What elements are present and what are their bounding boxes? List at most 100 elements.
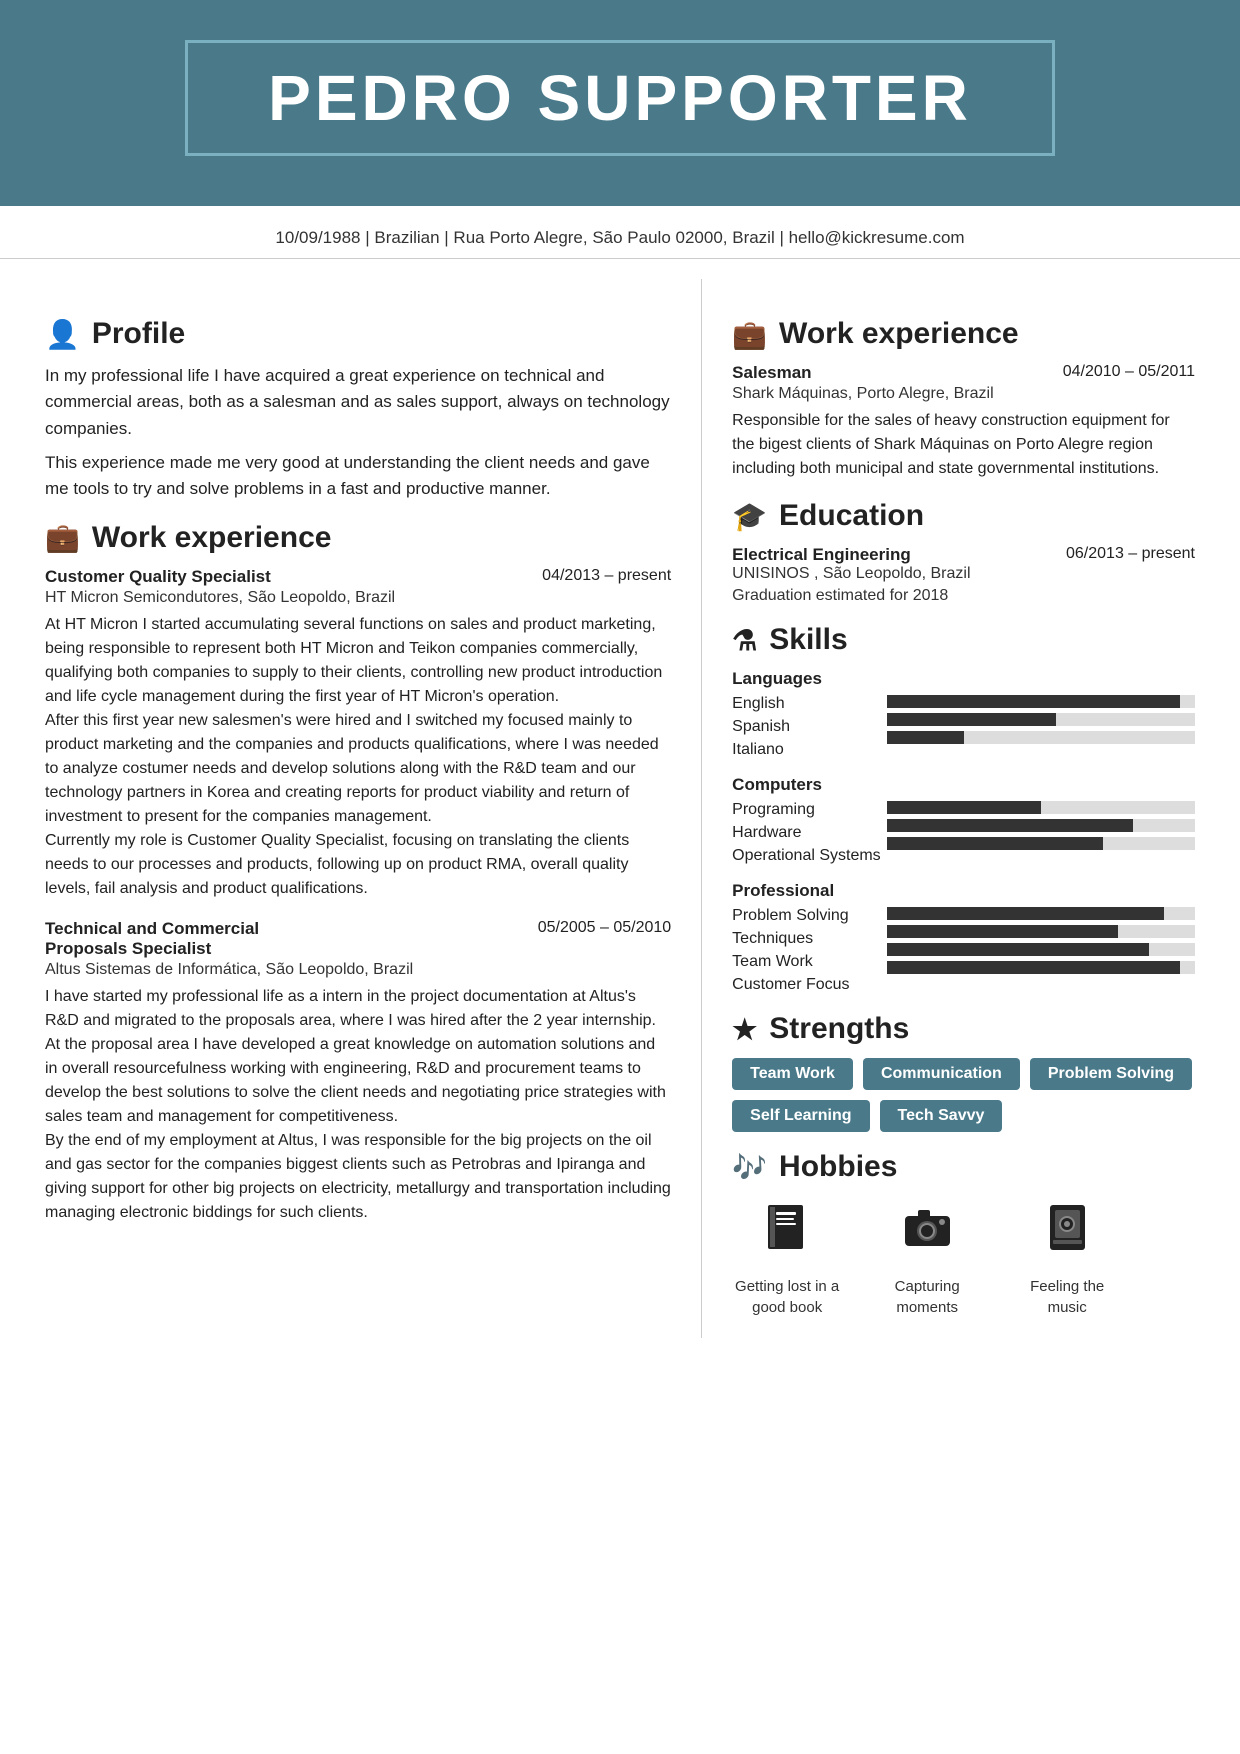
skills-lang-title: Languages [732,669,1195,689]
main-content: 👤 Profile In my professional life I have… [0,269,1240,1348]
skill-bar-programing [887,801,1195,814]
job-entry-1: Customer Quality Specialist 04/2013 – pr… [45,567,671,901]
skills-lang-rows: English Spanish Italiano [732,695,1195,759]
profile-text-2: This experience made me very good at und… [45,450,671,503]
skill-name-customerfocus: Customer Focus [732,976,887,994]
skill-name-english: English [732,695,887,713]
profile-icon: 👤 [45,318,80,351]
skills-prof-names: Problem Solving Techniques Team Work Cus… [732,907,887,994]
skill-name-hardware: Hardware [732,824,887,842]
header-box: PEDRO SUPPORTER [185,40,1055,156]
strengths-icon: ★ [732,1013,757,1046]
job-entry-2: Technical and CommercialProposals Specia… [45,919,671,1225]
contact-bar: 10/09/1988 | Brazilian | Rua Porto Alegr… [0,206,1240,259]
profile-heading: 👤 Profile [45,317,671,351]
hobby-book-label: Getting lost in a good book [732,1276,842,1318]
skills-languages: Languages English Spanish Italiano [732,669,1195,759]
skill-fill-problemsolving [887,907,1164,920]
job-desc-3: Responsible for the sales of heavy const… [732,409,1195,481]
hobbies-icon: 🎶 [732,1151,767,1184]
strengths-heading: ★ Strengths [732,1012,1195,1046]
education-icon: 🎓 [732,500,767,533]
skill-fill-hardware [887,819,1133,832]
job-title-3: Salesman [732,363,811,383]
job-date-1: 04/2013 – present [542,567,671,585]
tag-problemsolving: Problem Solving [1030,1058,1192,1090]
hobby-book-icon [760,1200,815,1268]
skill-fill-customerfocus [887,961,1179,974]
skill-bar-italiano [887,731,1195,744]
edu-degree-1: Electrical Engineering [732,545,911,565]
strengths-title: Strengths [769,1012,909,1046]
skills-comp-rows: Programing Hardware Operational Systems [732,801,1195,865]
skill-name-problemsolving: Problem Solving [732,907,887,925]
tag-communication: Communication [863,1058,1020,1090]
hobbies-title: Hobbies [779,1150,897,1184]
hobby-music: Feeling the music [1012,1200,1122,1318]
header: PEDRO SUPPORTER [0,0,1240,206]
right-column: 💼 Work experience Salesman 04/2010 – 05/… [702,279,1240,1338]
left-column: 👤 Profile In my professional life I have… [0,279,702,1338]
skill-bar-english [887,695,1195,708]
skill-bar-customerfocus [887,961,1195,974]
work-exp-right-title: Work experience [779,317,1019,351]
hobby-music-label: Feeling the music [1012,1276,1122,1318]
skills-heading: ⚗ Skills [732,623,1195,657]
edu-date-1: 06/2013 – present [1066,545,1195,565]
work-exp-left-title: Work experience [92,521,332,555]
job-company-1: HT Micron Semicondutores, São Leopoldo, … [45,589,671,607]
skills-prof-rows: Problem Solving Techniques Team Work Cus… [732,907,1195,994]
skill-bar-opsys [887,837,1195,850]
job-desc-1: At HT Micron I started accumulating seve… [45,613,671,901]
skill-name-spanish: Spanish [732,718,887,736]
education-title: Education [779,499,924,533]
skill-fill-opsys [887,837,1102,850]
skills-comp-title: Computers [732,775,1195,795]
skills-lang-names: English Spanish Italiano [732,695,887,759]
hobby-camera-label: Capturing moments [872,1276,982,1318]
hobbies-heading: 🎶 Hobbies [732,1150,1195,1184]
hobby-book: Getting lost in a good book [732,1200,842,1318]
skill-fill-programing [887,801,1041,814]
work-exp-right-heading: 💼 Work experience [732,317,1195,351]
skill-fill-english [887,695,1179,708]
job-title-2: Technical and CommercialProposals Specia… [45,919,259,959]
skills-prof-bars [887,907,1195,974]
edu-entry-1: Electrical Engineering 06/2013 – present… [732,545,1195,605]
skill-bar-teamwork-skill [887,943,1195,956]
edu-note-1: Graduation estimated for 2018 [732,587,1195,605]
skill-fill-italiano [887,731,964,744]
job-company-3: Shark Máquinas, Porto Alegre, Brazil [732,385,1195,403]
skill-name-teamwork: Team Work [732,953,887,971]
skill-name-techniques: Techniques [732,930,887,948]
job-header-1: Customer Quality Specialist 04/2013 – pr… [45,567,671,587]
hobby-camera: Capturing moments [872,1200,982,1318]
job-title-1: Customer Quality Specialist [45,567,271,587]
hobby-camera-icon [900,1200,955,1268]
skills-computers: Computers Programing Hardware Operationa… [732,775,1195,865]
education-heading: 🎓 Education [732,499,1195,533]
job-entry-3: Salesman 04/2010 – 05/2011 Shark Máquina… [732,363,1195,481]
skills-comp-names: Programing Hardware Operational Systems [732,801,887,865]
work-icon-right: 💼 [732,318,767,351]
job-date-3: 04/2010 – 05/2011 [1063,363,1195,381]
skill-name-programing: Programing [732,801,887,819]
job-desc-2: I have started my professional life as a… [45,985,671,1225]
skill-fill-spanish [887,713,1056,726]
skills-prof-title: Professional [732,881,1195,901]
skill-fill-teamwork-skill [887,943,1149,956]
skill-bar-hardware [887,819,1195,832]
skill-name-opsys: Operational Systems [732,847,887,865]
profile-title: Profile [92,317,185,351]
profile-text-1: In my professional life I have acquired … [45,363,671,442]
job-company-2: Altus Sistemas de Informática, São Leopo… [45,961,671,979]
tag-teamwork: Team Work [732,1058,853,1090]
skill-bar-spanish [887,713,1195,726]
job-header-2: Technical and CommercialProposals Specia… [45,919,671,959]
hobby-music-icon [1040,1200,1095,1268]
skill-name-italiano: Italiano [732,741,887,759]
skill-bar-techniques [887,925,1195,938]
job-date-2: 05/2005 – 05/2010 [538,919,671,937]
skills-professional: Professional Problem Solving Techniques … [732,881,1195,994]
work-exp-left-heading: 💼 Work experience [45,521,671,555]
